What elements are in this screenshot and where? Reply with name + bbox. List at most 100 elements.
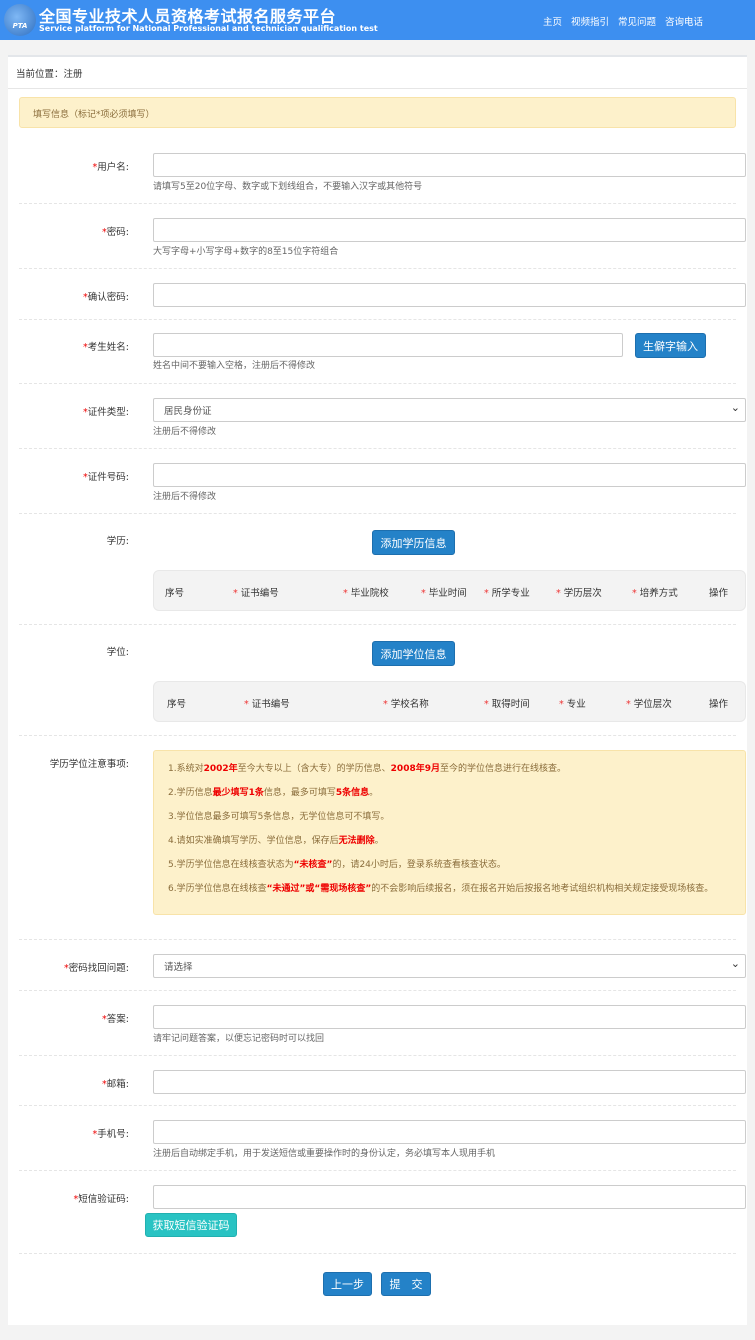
id-number-hint: 注册后不得修改	[153, 492, 217, 502]
previous-step-button[interactable]: 上一步	[323, 1272, 372, 1296]
column-header: * 学历层次	[556, 588, 602, 599]
username-hint: 请填写5至20位字母、数字或下划线组合，不要输入汉字或其他符号	[153, 182, 423, 192]
security-question-select[interactable]: 请选择	[153, 954, 746, 978]
header: PTA 全国专业技术人员资格考试报名服务平台 Service platform …	[0, 0, 755, 40]
row-id-number: *证件号码: 注册后不得修改	[19, 449, 746, 514]
row-education: 学历: 添加学历信息 序号 * 证书编号 * 毕业院校 * 毕业时间 * 所学专业 * 学…	[19, 514, 746, 625]
row-confirm-password: *确认密码:	[19, 269, 746, 320]
id-number-input[interactable]	[153, 463, 746, 487]
column-header: * 证书编号	[244, 699, 290, 710]
note-emphasis: “未通过”或“需现场核查”	[266, 884, 372, 894]
column-header: * 取得时间	[484, 699, 530, 710]
answer-input[interactable]	[153, 1005, 746, 1029]
degree-label: 学位:	[106, 647, 129, 658]
column-header: * 学位层次	[626, 699, 672, 710]
name-hint: 姓名中间不要输入空格，注册后不得修改	[153, 361, 316, 371]
site-subtitle: Service platform for National Profession…	[39, 24, 378, 33]
form-actions: 上一步 提 交	[19, 1254, 736, 1314]
answer-label: *答案:	[102, 1014, 129, 1025]
column-header: 序号	[167, 696, 186, 710]
rare-char-input-button[interactable]: 生僻字输入	[635, 333, 706, 358]
note-text: 2.学历信息	[168, 788, 213, 798]
id-type-select[interactable]: 居民身份证	[153, 398, 746, 422]
note-emphasis: 5条信息	[335, 788, 370, 798]
column-header: * 学校名称	[383, 699, 429, 710]
note-item: 3.学位信息最多可填写5条信息，无学位信息可不填写。	[168, 809, 745, 833]
email-input[interactable]	[153, 1070, 746, 1094]
password-input[interactable]	[153, 218, 746, 242]
note-text: 。	[374, 836, 384, 846]
username-label: *用户名:	[92, 162, 129, 173]
row-sms-code: *短信验证码: 获取短信验证码	[19, 1171, 746, 1254]
sms-code-label: *短信验证码:	[73, 1194, 129, 1205]
column-label: 操作	[709, 699, 729, 710]
column-label: 毕业时间	[428, 588, 467, 599]
note-item: 1.系统对2002年至今大专以上（含大专）的学历信息、2008年9月至今的学位信…	[168, 761, 745, 785]
row-username: *用户名: 请填写5至20位字母、数字或下划线组合，不要输入汉字或其他符号	[19, 128, 746, 204]
row-notes: 学历学位注意事项: 1.系统对2002年至今大专以上（含大专）的学历信息、200…	[19, 736, 746, 940]
phone-input[interactable]	[153, 1120, 746, 1144]
degree-table-header: 序号 * 证书编号 * 学校名称 * 取得时间 * 专业 * 学位层次 操作	[153, 681, 746, 722]
education-table-header: 序号 * 证书编号 * 毕业院校 * 毕业时间 * 所学专业 * 学历层次 * 培养方式 操作	[153, 570, 746, 611]
pta-logo: PTA	[4, 4, 36, 36]
column-header: * 毕业院校	[343, 588, 389, 599]
column-header: * 证书编号	[233, 588, 279, 599]
column-header: * 培养方式	[632, 588, 678, 599]
add-degree-button[interactable]: 添加学位信息	[372, 641, 455, 666]
name-label: *考生姓名:	[83, 342, 129, 353]
security-question-label: *密码找回问题:	[64, 963, 129, 974]
column-header: 操作	[709, 585, 728, 599]
required-notice: 填写信息（标记*项必须填写）	[19, 97, 736, 128]
column-label: 所学专业	[491, 588, 530, 599]
name-input[interactable]	[153, 333, 623, 357]
row-degree: 学位: 添加学位信息 序号 * 证书编号 * 学校名称 * 取得时间 * 专业 * 学位层…	[19, 625, 746, 736]
note-emphasis: 2002年	[203, 764, 238, 774]
column-label: 序号	[167, 699, 187, 710]
note-item: 6.学历学位信息在线核查“未通过”或“需现场核查”的不会影响后续报名，须在报名开…	[168, 881, 745, 905]
note-emphasis: 无法删除	[338, 836, 375, 846]
phone-hint: 注册后自动绑定手机，用于发送短信或重要操作时的身份认定，务必填写本人现用手机	[153, 1149, 496, 1159]
row-id-type: *证件类型: 居民身份证 注册后不得修改	[19, 384, 746, 449]
sms-code-input[interactable]	[153, 1185, 746, 1209]
column-label: 学位层次	[633, 699, 672, 710]
column-label: 序号	[165, 588, 185, 599]
id-type-label: *证件类型:	[83, 407, 129, 418]
phone-label: *手机号:	[92, 1129, 129, 1140]
password-hint: 大写字母+小写字母+数字的8至15位字符组合	[153, 247, 339, 257]
row-phone: *手机号: 注册后自动绑定手机，用于发送短信或重要操作时的身份认定，务必填写本人…	[19, 1106, 746, 1171]
education-label: 学历:	[106, 536, 129, 547]
note-text: 至今大专以上（含大专）的学历信息、	[237, 764, 391, 774]
row-email: *邮箱:	[19, 1056, 746, 1106]
get-sms-code-button[interactable]: 获取短信验证码	[145, 1213, 237, 1237]
note-text: 1.系统对	[168, 764, 204, 774]
answer-hint: 请牢记问题答案，以便忘记密码时可以找回	[153, 1034, 325, 1044]
nav-video-guide[interactable]: 视频指引	[571, 14, 609, 28]
column-header: 序号	[165, 585, 184, 599]
note-emphasis: 最少填写1条	[212, 788, 264, 798]
confirm-password-input[interactable]	[153, 283, 746, 307]
row-security-question: *密码找回问题: 请选择	[19, 940, 746, 991]
nav-home[interactable]: 主页	[543, 14, 562, 28]
column-label: 学校名称	[390, 699, 429, 710]
top-nav: 主页 视频指引 常见问题 咨询电话	[543, 14, 703, 28]
nav-hotline[interactable]: 咨询电话	[665, 14, 703, 28]
note-text: 3.学位信息最多可填写5条信息，无学位信息可不填写。	[168, 812, 390, 822]
column-label: 取得时间	[491, 699, 530, 710]
notes-box: 1.系统对2002年至今大专以上（含大专）的学历信息、2008年9月至今的学位信…	[153, 750, 746, 915]
add-education-button[interactable]: 添加学历信息	[372, 530, 455, 555]
submit-button[interactable]: 提 交	[381, 1272, 431, 1296]
column-header: * 所学专业	[484, 588, 530, 599]
id-number-label: *证件号码:	[83, 472, 129, 483]
note-text: 信息，最多可填写	[263, 788, 336, 798]
note-item: 4.请如实准确填写学历、学位信息，保存后无法删除。	[168, 833, 745, 857]
column-label: 证书编号	[251, 699, 290, 710]
registration-panel: 当前位置：注册 填写信息（标记*项必须填写） *用户名: 请填写5至20位字母、…	[8, 55, 747, 1325]
breadcrumb: 当前位置：注册	[8, 57, 747, 89]
id-type-hint: 注册后不得修改	[153, 427, 217, 437]
username-input[interactable]	[153, 153, 746, 177]
note-emphasis: “未核查”	[293, 860, 333, 870]
column-label: 毕业院校	[350, 588, 389, 599]
nav-faq[interactable]: 常见问题	[618, 14, 656, 28]
note-text: 6.学历学位信息在线核查	[168, 884, 267, 894]
note-item: 2.学历信息最少填写1条信息，最多可填写5条信息。	[168, 785, 745, 809]
